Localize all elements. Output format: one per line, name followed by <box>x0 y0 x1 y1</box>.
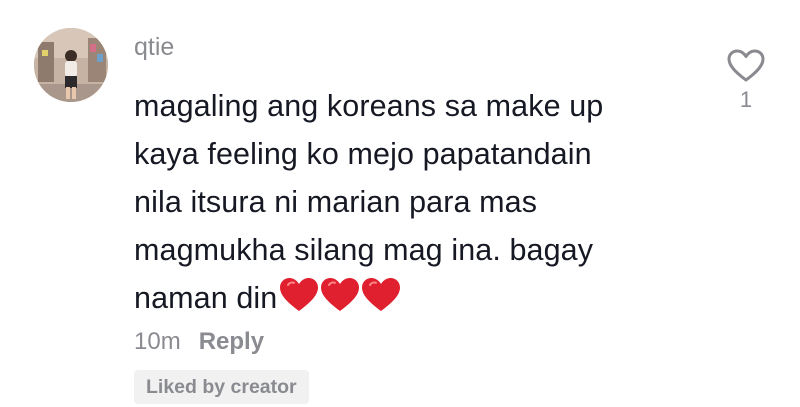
emoji-group <box>279 277 402 327</box>
red-heart-icon <box>280 278 319 311</box>
comment-username[interactable]: qtie <box>134 32 174 62</box>
comment-timestamp: 10m <box>134 328 181 355</box>
comment-line-last: naman din <box>134 274 694 327</box>
comment-line: magmukha silang mag ina. bagay <box>134 233 594 267</box>
comment-text: magaling ang koreans sa make up kaya fee… <box>134 82 694 327</box>
comment-line: nila itsura ni marian para mas <box>134 185 538 219</box>
like-column: 1 <box>724 48 768 112</box>
comment-line: magaling ang koreans sa make up <box>134 89 604 123</box>
heart-outline-icon[interactable] <box>726 48 766 84</box>
comment-line: naman din <box>134 281 278 315</box>
comment-line: kaya feeling ko mejo papatandain <box>134 137 592 171</box>
avatar-photo <box>34 28 108 102</box>
avatar[interactable] <box>34 28 108 102</box>
red-heart-icon <box>321 278 360 311</box>
comment-meta: 10m Reply <box>134 327 264 357</box>
liked-by-creator-badge: Liked by creator <box>134 370 309 404</box>
like-count: 1 <box>739 87 753 112</box>
reply-button[interactable]: Reply <box>199 327 264 357</box>
red-heart-icon <box>362 278 401 311</box>
